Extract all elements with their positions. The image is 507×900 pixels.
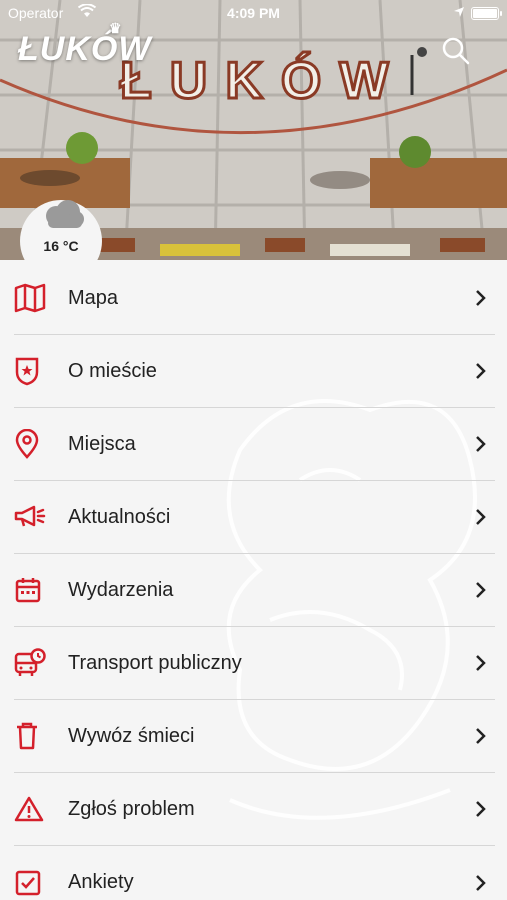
menu-item-aktualnosci[interactable]: Aktualności [14,481,495,554]
chevron-right-icon [476,874,486,891]
temperature-label: 16 °C [43,238,79,254]
menu-item-transport-publiczny[interactable]: Transport publiczny [14,627,495,700]
chevron-right-icon [476,363,486,379]
battery-icon [471,7,502,20]
warning-icon [14,791,58,827]
status-bar: Operator 4:09 PM [0,0,507,28]
menu-item-miejsca[interactable]: Miejsca [14,408,495,481]
main-menu: Mapa O mieście Miejsca Aktualności Wydar… [0,260,507,900]
chevron-right-icon [476,655,486,671]
clock: 4:09 PM [227,5,280,21]
menu-item-label: Wydarzenia [68,578,174,601]
cloud-icon [46,200,84,228]
map-icon [14,280,58,316]
menu-item-label: Wywóz śmieci [68,724,195,747]
menu-item-wydarzenia[interactable]: Wydarzenia [14,554,495,627]
menu-item-label: Ankiety [68,871,134,893]
location-arrow-icon [453,5,465,21]
bus-icon [14,645,58,681]
crown-icon: ♛ [109,20,123,36]
chevron-right-icon [476,801,486,817]
menu-item-label: Miejsca [68,432,136,455]
megaphone-icon [14,499,58,535]
logo-text: ŁUKÓW [18,30,152,68]
menu-item-label: Mapa [68,286,119,309]
menu-item-zglos-problem[interactable]: Zgłoś problem [14,773,495,846]
search-icon [442,37,470,65]
app-logo: ŁUKÓW ♛ [18,20,152,69]
search-button[interactable] [441,36,471,66]
menu-item-ankiety[interactable]: Ankiety [14,846,495,900]
weather-widget[interactable]: 16 °C [20,200,102,282]
chevron-right-icon [476,290,486,306]
menu-item-label: Zgłoś problem [68,797,195,820]
chevron-right-icon [476,582,486,598]
menu-item-label: O mieście [68,359,157,382]
pin-icon [14,426,58,462]
sign-text: ŁUKÓW [120,52,406,110]
menu-item-wywoz-smieci[interactable]: Wywóz śmieci [14,700,495,773]
chevron-right-icon [476,728,486,744]
chevron-right-icon [476,436,486,452]
menu-item-label: Transport publiczny [68,651,242,674]
crest-icon [14,353,58,389]
menu-item-label: Aktualności [68,505,171,528]
calendar-icon [14,572,58,608]
trash-icon [14,718,58,754]
chevron-right-icon [476,509,486,525]
checkbox-icon [14,865,58,900]
menu-item-o-miescie[interactable]: O mieście [14,335,495,408]
